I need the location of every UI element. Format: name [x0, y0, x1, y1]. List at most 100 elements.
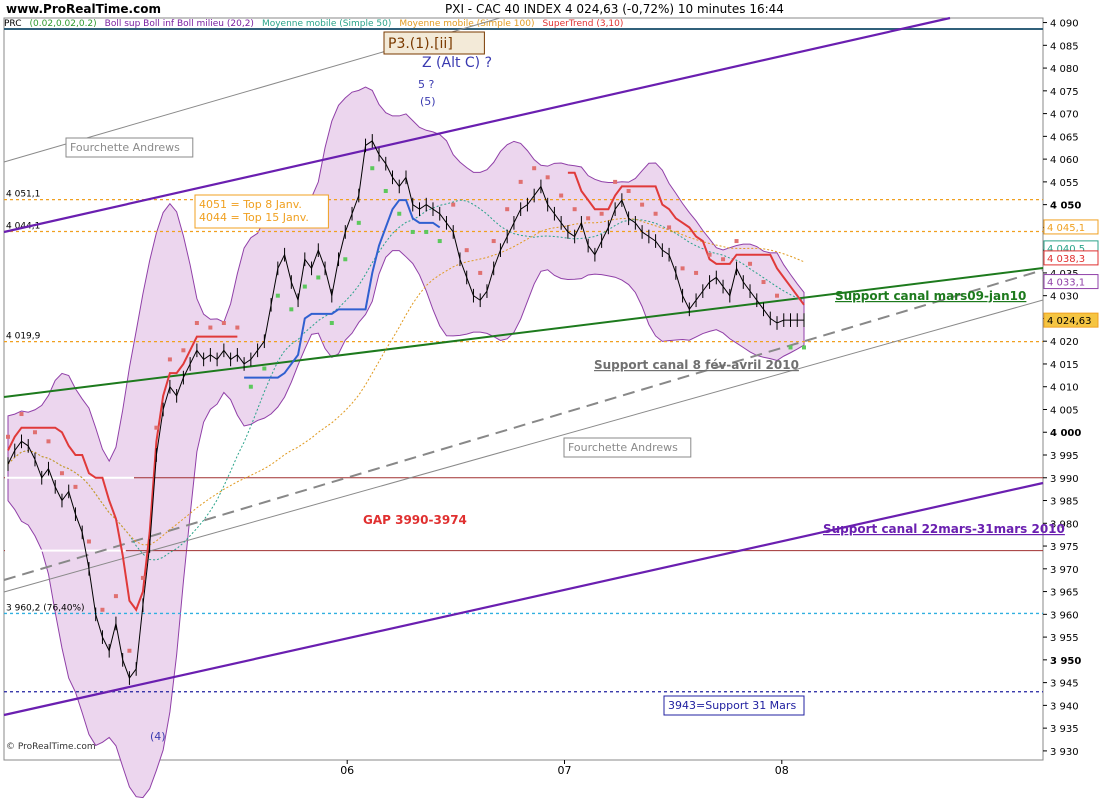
- sar-dot: [140, 575, 145, 580]
- sar-dot: [100, 607, 105, 612]
- annotation-text: 3943=Support 31 Mars: [668, 699, 796, 712]
- sar-dot: [721, 257, 726, 262]
- y-tick-label: 4 055: [1050, 178, 1079, 189]
- annotation-text: P3.(1).[ii]: [388, 36, 453, 52]
- annotation-text: GAP 3990-3974: [363, 513, 467, 527]
- y-tick-label: 4 010: [1050, 383, 1079, 394]
- sar-dot: [451, 202, 456, 207]
- sar-dot: [437, 239, 442, 244]
- x-tick-label: 08: [775, 764, 789, 777]
- sar-dot: [478, 270, 483, 275]
- annotation-text: Support canal mars09-jan10: [835, 289, 1026, 303]
- annotation: GAP 3990-3974: [363, 513, 467, 527]
- sar-dot: [545, 175, 550, 180]
- sar-dot: [613, 179, 618, 184]
- sar-dot: [329, 320, 334, 325]
- sar-dot: [572, 207, 577, 212]
- y-axis: 4 090 4 085 4 080 4 075 4 070 4 065 4 060 4 055…: [1043, 19, 1081, 758]
- level-label: 4 051,1: [6, 190, 40, 200]
- price-chart[interactable]: 4 090 4 085 4 080 4 075 4 070 4 065 4 060 4 055…: [0, 0, 1100, 800]
- y-tick-label: 3 975: [1050, 542, 1079, 553]
- sar-dot: [73, 484, 78, 489]
- y-tick-label: 3 985: [1050, 497, 1079, 508]
- sar-dot: [734, 239, 739, 244]
- y-tick-label: 4 015: [1050, 360, 1079, 371]
- y-tick-label: 3 935: [1050, 724, 1079, 735]
- y-tick-label: 4 000: [1050, 428, 1081, 439]
- chart-window: { "header": { "site": "www.ProRealTime.c…: [0, 0, 1100, 800]
- sar-dot: [316, 275, 321, 280]
- annotation-text: Fourchette Andrews: [70, 141, 180, 154]
- y-tick-label: 4 065: [1050, 132, 1079, 143]
- sar-dot: [518, 179, 523, 184]
- sar-dot: [167, 357, 172, 362]
- y-tick-label: 3 955: [1050, 633, 1079, 644]
- sar-dot: [559, 193, 564, 198]
- y-tick-label: 3 930: [1050, 747, 1079, 758]
- sar-dot: [59, 471, 64, 476]
- y-tick-label: 3 950: [1050, 656, 1081, 667]
- y-tick-label: 3 960: [1050, 610, 1079, 621]
- sar-dot: [248, 384, 253, 389]
- sar-dot: [86, 539, 91, 544]
- annotation: 5 ?: [418, 78, 434, 91]
- y-tick-label: 4 070: [1050, 110, 1079, 121]
- sar-dot: [383, 188, 388, 193]
- sar-dot: [208, 325, 213, 330]
- price-label: 4 045,1: [1043, 219, 1099, 235]
- sar-dot: [599, 211, 604, 216]
- y-tick-label: 3 990: [1050, 474, 1079, 485]
- gap-mask: [5, 549, 126, 552]
- y-tick-label: 4 060: [1050, 155, 1079, 166]
- sar-dot: [289, 307, 294, 312]
- sar-dot: [356, 220, 361, 225]
- annotation: 3943=Support 31 Mars: [663, 695, 805, 716]
- level-label: 4 019,9: [6, 332, 41, 342]
- sar-dot: [424, 229, 429, 234]
- annotation: (5): [420, 95, 436, 108]
- annotation: Z (Alt C) ?: [422, 55, 492, 71]
- price-label-text: 4 045,1: [1047, 223, 1085, 234]
- sar-dot: [221, 320, 226, 325]
- annotation: Support canal 8 fév-avril 2010: [594, 358, 799, 372]
- annotation: P3.(1).[ii]: [383, 31, 485, 55]
- sar-dot: [275, 293, 280, 298]
- annotation: Support canal mars09-jan10: [835, 289, 1026, 303]
- annotation: (4): [150, 730, 166, 743]
- price-label-text: 4 038,3: [1047, 254, 1085, 265]
- annotation: 4051 = Top 8 Janv.4044 = Top 15 Janv.: [194, 194, 329, 229]
- y-tick-label: 3 945: [1050, 679, 1079, 690]
- annotation-text: Z (Alt C) ?: [422, 55, 492, 71]
- annotation-text: 5 ?: [418, 78, 434, 91]
- sar-dot: [343, 257, 348, 262]
- sar-dot: [235, 325, 240, 330]
- sar-dot: [127, 648, 132, 653]
- sar-dot: [694, 270, 699, 275]
- y-tick-label: 3 970: [1050, 565, 1079, 576]
- sar-dot: [586, 216, 591, 221]
- gap-mask: [5, 476, 134, 479]
- y-tick-label: 4 080: [1050, 64, 1079, 75]
- sar-dot: [262, 366, 267, 371]
- sar-dot: [707, 252, 712, 257]
- y-tick-label: 4 090: [1050, 19, 1079, 30]
- sar-dot: [653, 211, 658, 216]
- y-tick-label: 4 030: [1050, 292, 1079, 303]
- sar-dot: [370, 166, 375, 171]
- y-tick-label: 4 005: [1050, 405, 1079, 416]
- sar-dot: [181, 348, 186, 353]
- annotation: Support canal 22mars-31mars 2010: [823, 522, 1065, 536]
- sar-dot: [680, 266, 685, 271]
- price-label-text: 4 024,63: [1047, 316, 1092, 327]
- sar-dot: [761, 280, 766, 285]
- price-label: 4 038,3: [1043, 250, 1099, 266]
- sar-dot: [640, 202, 645, 207]
- sar-dot: [19, 412, 24, 417]
- y-tick-label: 4 050: [1050, 201, 1081, 212]
- sar-dot: [397, 211, 402, 216]
- x-tick-label: 07: [558, 764, 572, 777]
- annotation-text: Fourchette Andrews: [568, 441, 678, 454]
- sar-dot: [302, 284, 307, 289]
- sar-dot: [46, 439, 51, 444]
- sar-dot: [748, 261, 753, 266]
